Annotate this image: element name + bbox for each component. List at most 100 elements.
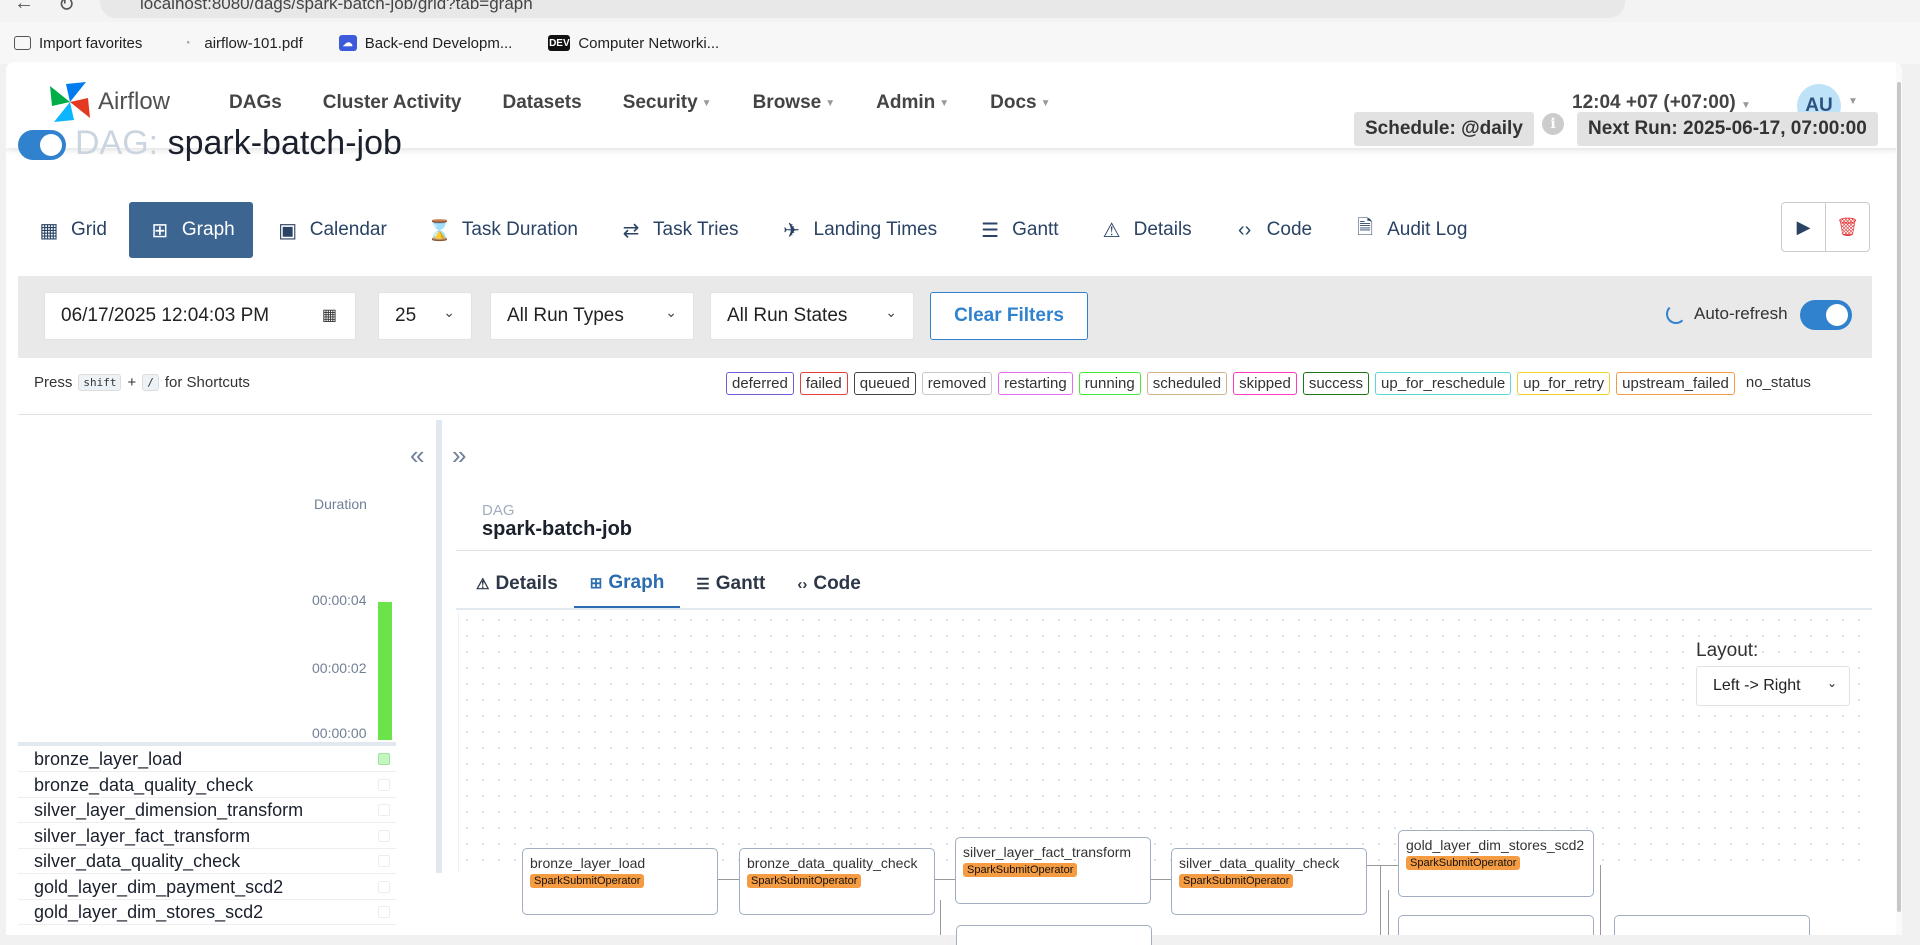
task-instance-cell[interactable] <box>378 778 390 791</box>
tab-details[interactable]: ⚠ Details <box>1081 202 1210 258</box>
tab-audit-log[interactable]: 🗎 Audit Log <box>1334 202 1485 258</box>
tab-gantt[interactable]: ☰ Gantt <box>959 202 1076 258</box>
graph-node-partial[interactable] <box>956 925 1152 945</box>
tab-landing-times[interactable]: ✈ Landing Times <box>761 202 956 258</box>
legend-queued[interactable]: queued <box>853 372 916 395</box>
panel-tab-code[interactable]: ‹› Code <box>781 560 877 608</box>
nav-cluster-activity[interactable]: Cluster Activity <box>323 92 462 114</box>
legend-failed[interactable]: failed <box>799 372 848 395</box>
tab-task-duration[interactable]: ⌛ Task Duration <box>409 202 596 258</box>
graph-node[interactable]: bronze_data_quality_check SparkSubmitOpe… <box>739 848 935 915</box>
page-scrollbar-thumb[interactable] <box>1897 82 1901 912</box>
graph-canvas[interactable] <box>458 612 1872 873</box>
task-row[interactable]: gold_layer_dim_stores_scd2 <box>18 899 396 925</box>
graph-node-partial[interactable] <box>1398 915 1594 935</box>
bookmark-import-favorites[interactable]: Import favorites <box>14 35 142 52</box>
divider <box>18 414 1872 415</box>
base-date-input[interactable]: 06/17/2025 12:04:03 PM ▦ <box>44 292 356 340</box>
clear-filters-button[interactable]: Clear Filters <box>930 292 1088 340</box>
delete-dag-button[interactable]: 🗑 <box>1825 202 1870 252</box>
breadcrumb-dag-name[interactable]: spark-batch-job <box>482 518 632 541</box>
panel-tab-graph[interactable]: ⊞ Graph <box>573 560 681 608</box>
expand-panel-icon[interactable]: » <box>452 440 466 471</box>
bookmark-backend[interactable]: ☁ Back-end Developm... <box>338 34 513 52</box>
gantt-icon: ☰ <box>981 219 1000 242</box>
task-row[interactable]: bronze_layer_load <box>18 746 396 772</box>
browser-chrome: ← ↻ localhost:8080/dags/spark-batch-job/… <box>0 0 1920 64</box>
panel-tab-label: Gantt <box>715 573 766 594</box>
reload-icon[interactable]: ↻ <box>58 0 75 17</box>
bookmark-networking[interactable]: DEV Computer Networki... <box>548 35 719 52</box>
nav-browse[interactable]: Browse ▼ <box>753 92 836 114</box>
legend-running[interactable]: running <box>1078 372 1141 395</box>
brand-name[interactable]: Airflow <box>98 88 170 116</box>
task-row[interactable]: silver_data_quality_check <box>18 848 396 874</box>
task-instance-cell[interactable] <box>378 880 390 893</box>
legend-scheduled[interactable]: scheduled <box>1146 372 1228 395</box>
nav-admin[interactable]: Admin ▼ <box>876 92 949 114</box>
legend-skipped[interactable]: skipped <box>1233 372 1297 395</box>
back-icon[interactable]: ← <box>14 0 34 15</box>
status-legend: deferred failed queued removed restarting run… <box>726 372 1816 395</box>
tab-task-tries[interactable]: ⇄ Task Tries <box>600 202 757 258</box>
task-row[interactable]: bronze_data_quality_check <box>18 772 396 798</box>
panel-tab-details[interactable]: ⚠ Details <box>460 560 574 608</box>
auto-refresh-toggle[interactable] <box>1800 300 1852 330</box>
legend-removed[interactable]: removed <box>921 372 993 395</box>
legend-up-for-reschedule[interactable]: up_for_reschedule <box>1375 372 1512 395</box>
panel-tab-gantt[interactable]: ☰ Gantt <box>680 560 781 608</box>
tab-grid[interactable]: ▦ Grid <box>18 202 125 258</box>
legend-restarting[interactable]: restarting <box>998 372 1073 395</box>
task-instance-cell[interactable] <box>378 829 390 842</box>
dag-pause-toggle[interactable] <box>18 130 66 160</box>
collapse-grid-icon[interactable]: « <box>410 440 424 471</box>
task-row[interactable]: gold_layer_dim_payment_scd2 <box>18 874 396 900</box>
graph-node-partial[interactable] <box>1614 915 1810 935</box>
panel-tabs: ⚠ Details ⊞ Graph ☰ Gantt ‹› Code <box>460 560 877 608</box>
panel-resize-handle[interactable] <box>436 420 442 873</box>
spinner-icon <box>1666 304 1686 324</box>
task-instance-cell[interactable] <box>378 804 390 816</box>
graph-node[interactable]: gold_layer_dim_stores_scd2 SparkSubmitOp… <box>1398 830 1594 897</box>
url-text[interactable]: localhost:8080/dags/spark-batch-job/grid… <box>140 0 533 14</box>
task-row[interactable]: silver_layer_fact_transform <box>18 823 396 849</box>
nav-datasets[interactable]: Datasets <box>502 92 581 114</box>
task-instance-cell[interactable] <box>378 906 390 918</box>
run-types-select[interactable]: All Run Types ⌄ <box>490 292 694 340</box>
node-label: silver_data_quality_check <box>1179 855 1340 871</box>
tab-calendar[interactable]: ▣ Calendar <box>257 202 405 258</box>
operator-badge: SparkSubmitOperator <box>530 874 645 888</box>
task-instance-cell[interactable] <box>378 753 390 765</box>
run-duration-bar[interactable] <box>378 602 392 740</box>
legend-up-for-retry[interactable]: up_for_retry <box>1517 372 1611 395</box>
pdf-icon: ◔ <box>184 37 191 49</box>
shortcuts-text: Press <box>34 374 73 391</box>
timezone-clock[interactable]: 12:04 +07 (+07:00) ▼ <box>1572 92 1751 114</box>
nav-dags[interactable]: DAGs <box>229 92 282 114</box>
nav-label: Datasets <box>502 92 582 113</box>
legend-deferred[interactable]: deferred <box>726 372 794 395</box>
layout-select[interactable]: Left -> Right ⌄ <box>1696 666 1850 706</box>
graph-node[interactable]: silver_layer_fact_transform SparkSubmitO… <box>955 837 1151 904</box>
tab-code[interactable]: ‹› Code <box>1214 202 1330 258</box>
info-icon[interactable]: i <box>1542 113 1564 135</box>
chevron-down-icon[interactable]: ▼ <box>1848 96 1858 107</box>
airflow-logo-icon[interactable] <box>44 76 96 128</box>
legend-no-status[interactable]: no_status <box>1740 372 1816 395</box>
run-states-select[interactable]: All Run States ⌄ <box>710 292 914 340</box>
graph-node[interactable]: silver_data_quality_check SparkSubmitOpe… <box>1171 848 1367 915</box>
bookmark-airflow-pdf[interactable]: ◔ airflow-101.pdf <box>178 35 302 52</box>
task-instance-cell[interactable] <box>378 855 390 867</box>
num-runs-select[interactable]: 25 ⌄ <box>378 292 472 340</box>
nav-security[interactable]: Security ▼ <box>623 92 712 114</box>
legend-upstream-failed[interactable]: upstream_failed <box>1616 372 1735 395</box>
task-row[interactable]: silver_layer_dimension_transform <box>18 797 396 823</box>
divider <box>456 550 1872 551</box>
calendar-icon[interactable]: ▦ <box>322 305 337 325</box>
tab-graph[interactable]: ⊞ Graph <box>128 202 253 258</box>
legend-success[interactable]: success <box>1302 372 1370 395</box>
graph-node[interactable]: bronze_layer_load SparkSubmitOperator <box>522 848 718 915</box>
nav-docs[interactable]: Docs ▼ <box>990 92 1050 114</box>
trigger-dag-button[interactable]: ▶ <box>1781 202 1826 252</box>
bookmark-label: Back-end Developm... <box>364 34 513 52</box>
